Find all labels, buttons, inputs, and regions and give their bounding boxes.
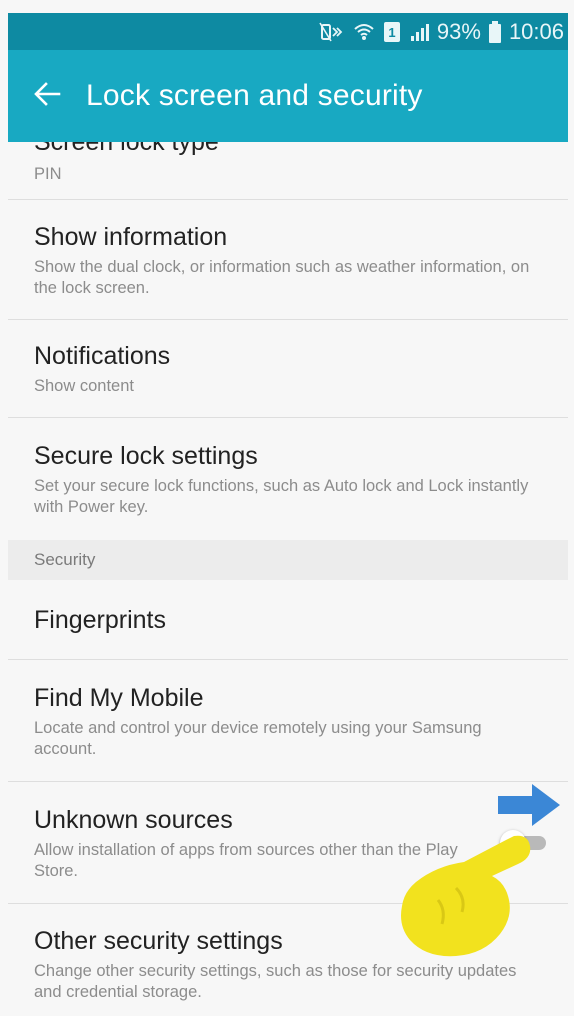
item-title: Screen lock type: [34, 142, 219, 156]
sim-1-icon: 1: [383, 21, 401, 43]
list-item-find-my-mobile[interactable]: Find My Mobile Locate and control your d…: [8, 660, 568, 782]
back-button[interactable]: [8, 50, 86, 142]
list-item-show-information[interactable]: Show information Show the dual clock, or…: [8, 200, 568, 320]
item-title: Find My Mobile: [34, 683, 204, 712]
list-item-secure-lock-settings[interactable]: Secure lock settings Set your secure loc…: [8, 418, 568, 540]
list-item-notifications[interactable]: Notifications Show content: [8, 320, 568, 418]
battery-percent: 93%: [436, 18, 481, 44]
pointing-hand-icon: [396, 830, 536, 960]
mute-vibrate-icon: [319, 22, 345, 42]
item-title: Notifications: [34, 342, 171, 370]
wifi-icon: [353, 21, 375, 43]
item-subtitle: Locate and control your device remotely …: [34, 718, 482, 758]
status-bar: 1 93% 10:06: [8, 13, 568, 50]
list-item-fingerprints[interactable]: Fingerprints: [8, 580, 568, 660]
blue-arrow-right-icon: [496, 782, 562, 828]
item-subtitle: Set your secure lock functions, such as …: [34, 477, 529, 516]
item-title: Fingerprints: [34, 605, 166, 634]
list-item-screen-lock-type[interactable]: Screen lock type PIN: [8, 142, 568, 200]
battery-icon: [488, 20, 501, 43]
item-subtitle: Show the dual clock, or information such…: [34, 257, 530, 297]
page-title: Lock screen and security: [86, 79, 423, 112]
item-subtitle: PIN: [34, 165, 62, 183]
svg-text:1: 1: [388, 25, 395, 40]
item-title: Show information: [34, 222, 228, 251]
app-bar: Lock screen and security: [8, 50, 568, 142]
section-header-security: Security: [8, 540, 568, 580]
signal-icon: [409, 22, 429, 42]
back-arrow-icon: [33, 81, 61, 112]
item-subtitle: Show content: [34, 377, 134, 395]
item-subtitle: Change other security settings, such as …: [34, 962, 517, 1001]
item-title: Secure lock settings: [34, 442, 258, 470]
clock: 10:06: [508, 18, 564, 44]
